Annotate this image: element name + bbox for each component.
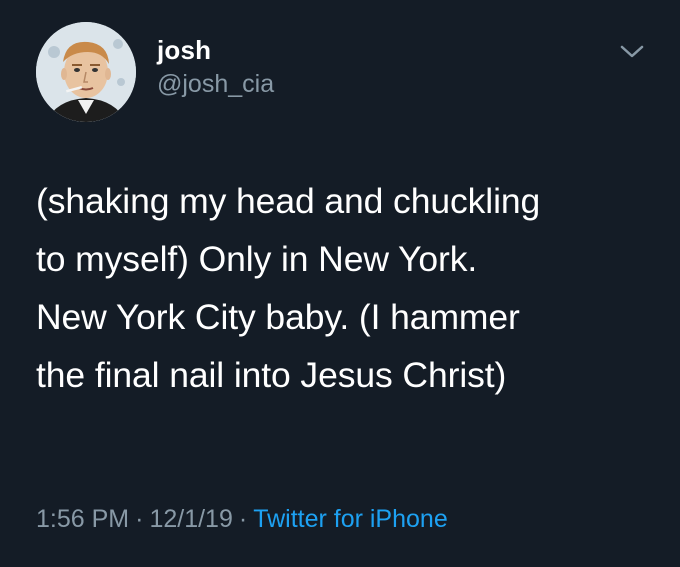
tweet-header: josh @josh_cia (36, 22, 656, 122)
user-handle[interactable]: @josh_cia (157, 68, 274, 100)
tweet-text: (shaking my head and chuckling to myself… (36, 181, 541, 395)
tweet-date[interactable]: 12/1/19 (149, 505, 232, 533)
tweet-metadata: 1:56 PM · 12/1/19 · Twitter for iPhone (36, 502, 448, 536)
display-name[interactable]: josh (157, 35, 274, 65)
tweet-source-link[interactable]: Twitter for iPhone (253, 505, 448, 533)
meta-separator: · (238, 505, 248, 533)
avatar[interactable] (36, 22, 136, 122)
meta-separator: · (135, 505, 144, 533)
avatar-illustration (36, 22, 136, 122)
tweet-card: josh @josh_cia (shaking my head and chuc… (0, 0, 680, 567)
user-names: josh @josh_cia (157, 35, 274, 100)
chevron-down-icon[interactable] (618, 42, 646, 62)
tweet-time[interactable]: 1:56 PM (36, 505, 129, 533)
